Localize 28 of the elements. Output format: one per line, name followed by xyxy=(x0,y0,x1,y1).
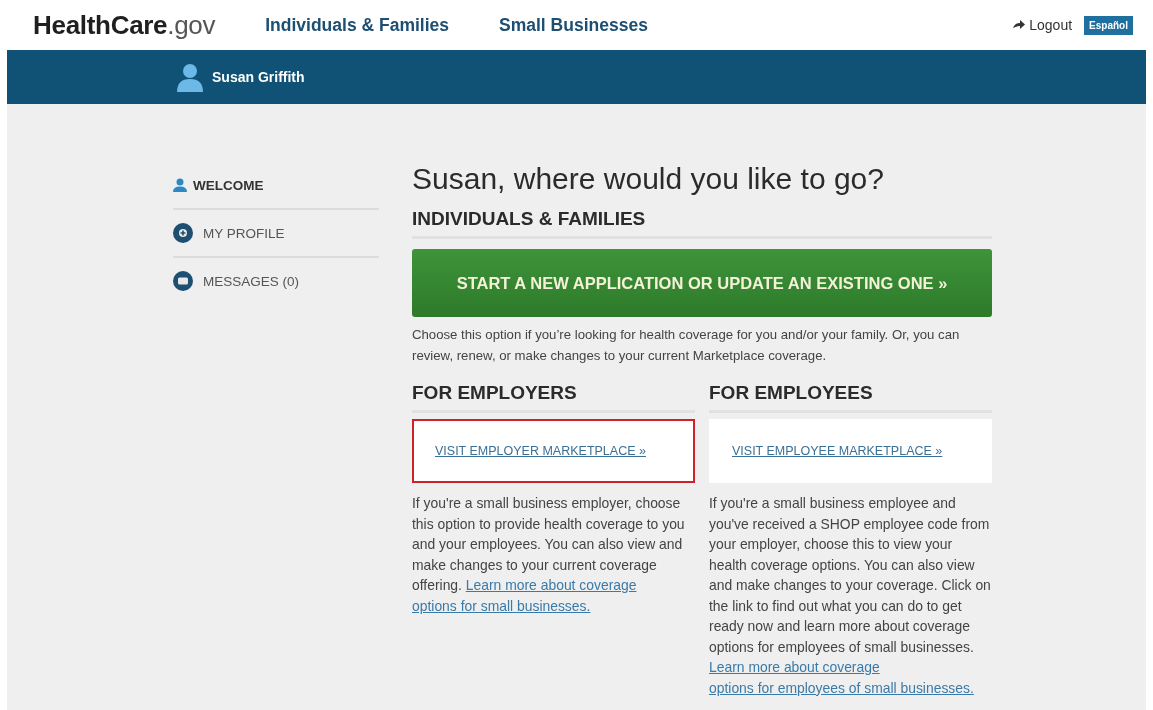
site-logo[interactable]: HealthCare.gov xyxy=(33,9,216,41)
language-button[interactable]: Español xyxy=(1084,15,1133,35)
description-text: If you're a small business employee and you've received a SHOP employee code from your employer, choose this to view your health coverage options. You can also view and make changes to your coverage. Click on the link to find out what you can do to get ready now and learn more about coverage options for employees of small businesses. Learn more about coverage options for employees of small businesses. xyxy=(709,494,992,698)
learn-more-link[interactable]: Learn more about coverage xyxy=(465,577,637,593)
sidebar-item[interactable]: MESSAGES (0) xyxy=(173,258,379,304)
start-application-button[interactable]: START A NEW APPLICATION OR UPDATE AN EXISTING ONE » xyxy=(412,249,992,317)
marketplace-link[interactable]: VISIT EMPLOYER MARKETPLACE » xyxy=(435,444,646,458)
marketplace-link[interactable]: VISIT EMPLOYEE MARKETPLACE » xyxy=(732,444,943,458)
page-title: Susan, where would you like to go? xyxy=(412,162,885,196)
description-text: If you're a small business employer, choose this option to provide health coverage to you and your employees. You can also view and make changes to your current coverage offering. Learn more about coverage options for small businesses. xyxy=(412,494,686,616)
section-heading: INDIVIDUALS & FAMILIES xyxy=(412,208,992,239)
nav-link[interactable]: Small Businesses xyxy=(499,14,648,36)
message-icon xyxy=(173,271,193,291)
section-heading: FOR EMPLOYERS xyxy=(412,382,695,413)
section-heading: FOR EMPLOYEES xyxy=(709,382,992,413)
user-name: Susan Griffith xyxy=(212,69,305,85)
nav-link[interactable]: Individuals & Families xyxy=(265,14,450,36)
learn-more-link[interactable]: Learn more about coverage xyxy=(709,659,880,675)
sidebar-item[interactable]: MY PROFILE xyxy=(173,210,379,258)
person-icon xyxy=(173,178,187,192)
logout-link[interactable]: Logout xyxy=(1029,17,1073,33)
sidebar-item[interactable]: WELCOME xyxy=(173,162,379,210)
description-text: Choose this option if you’re looking for health coverage for you and/or your family. Or, you can review, renew, or make changes to your current Marketplace coverage. xyxy=(412,326,961,365)
arrow-icon xyxy=(1013,20,1026,30)
plus-circle-icon xyxy=(173,223,193,243)
learn-more-link[interactable]: options for employees of small businesses. xyxy=(709,679,974,696)
user-icon xyxy=(175,62,205,92)
learn-more-link[interactable]: options for small businesses. xyxy=(412,597,591,614)
